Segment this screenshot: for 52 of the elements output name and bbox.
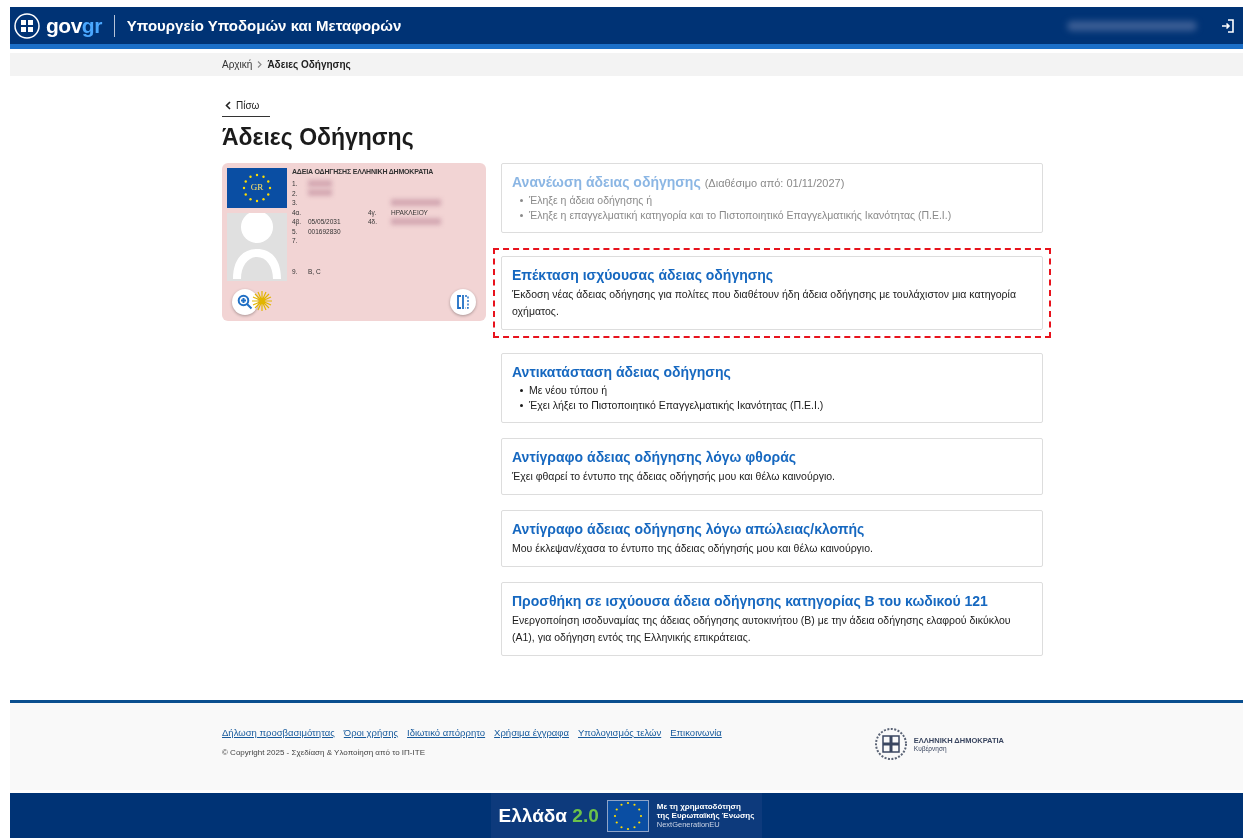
breadcrumb-current: Άδειες Οδήγησης (267, 59, 351, 70)
service-option-card[interactable] (501, 582, 1043, 656)
bullet-icon (520, 389, 523, 392)
chevron-left-icon (224, 101, 232, 110)
footer-link[interactable]: Επικοινωνία (670, 727, 722, 738)
bullet-icon (520, 199, 523, 202)
option-bullet-text: Έληξε η άδεια οδήγησης ή (529, 193, 653, 208)
option-description: Έκδοση νέας άδειας οδήγησης για πολίτες που διαθέτουν ήδη άδεια οδήγησης με τουλάχιστον μια κατηγορία οχήματος. (512, 287, 1017, 319)
ministry-title: Υπουργείο Υποδομών και Μεταφορών (126, 17, 402, 34)
avatar-placeholder (227, 213, 287, 281)
service-option-card[interactable]: Αντικατάσταση άδειας οδήγησης Με νέου τύπου ή Έχει λήξει το Πιστοποιητικό Επαγγελματικής Ικανότητας (Π.Ε.Ι.) (501, 353, 1043, 423)
page-title: Άδειες Οδήγησης (222, 124, 415, 151)
copyright-text: © Copyright 2025 - Σχεδίαση & Υλοποίηση από το ΙΠ-ΙΤΕ (222, 748, 426, 757)
footer-link[interactable]: Υπολογισμός τελών (578, 727, 662, 738)
flip-icon (455, 294, 471, 310)
option-description: Ενεργοποίηση ισοδυναμίας της άδειας οδήγησης αυτοκινήτου (Β) με την άδεια οδήγησης ελαφρού δικύκλου (Α1), για οδήγηση εντός της Ελληνικής επικράτειας. (512, 613, 1012, 645)
option-description: Έχει φθαρεί το έντυπο της άδειας οδήγησής μου και θέλω καινούργιο. (512, 469, 836, 484)
option-title[interactable]: Αντίγραφο άδειας οδήγησης λόγω φθοράς (512, 449, 796, 465)
govgr-logo[interactable]: govgr (46, 13, 102, 38)
availability-note: (Διαθέσιμο από: 01/11/2027) (704, 177, 845, 189)
eu-flag (606, 799, 649, 832)
bullet-icon (520, 214, 523, 217)
chevron-icon (257, 61, 263, 68)
footer-link[interactable]: Όροι χρήσης (343, 727, 399, 738)
option-title[interactable]: Προσθήκη σε ισχύουσα άδεια οδήγησης κατηγορίας Β του κωδικού 121 (512, 593, 988, 609)
eu-flag: GR (227, 168, 287, 208)
emblem-icon (14, 12, 40, 39)
greece-2-0-logo: Ελλάδα 2.0 (498, 804, 599, 827)
zoom-in-button[interactable] (232, 289, 258, 315)
footer-link[interactable]: Ιδιωτικό απόρρητο (407, 727, 486, 738)
service-option-card[interactable]: Αντίγραφο άδειας οδήγησης λόγω απώλειας/κλοπής Μου έκλεψαν/έχασα το έντυπο της άδειας οδήγησής μου και θέλω καινούργιο. (501, 510, 1043, 567)
option-bullet-text: Έχει λήξει το Πιστοποιητικό Επαγγελματικής Ικανότητας (Π.Ε.Ι.) (529, 398, 824, 413)
service-option-card[interactable]: Αντίγραφο άδειας οδήγησης λόγω φθοράς Έχει φθαρεί το έντυπο της άδειας οδήγησής μου και θέλω καινούργιο. (501, 438, 1043, 495)
zoom-in-icon (237, 294, 253, 310)
footer-link[interactable]: Δήλωση προσβασιμότητας (222, 727, 335, 738)
option-title[interactable]: Αντίγραφο άδειας οδήγησης λόγω απώλειας/κλοπής (512, 521, 865, 537)
sun-icon (252, 291, 272, 311)
option-bullet-text: Με νέου τύπου ή (529, 383, 608, 398)
footer-link[interactable]: Χρήσιμα έγγραφα (494, 727, 569, 738)
funding-text: της Ευρωπαϊκής Ένωσης (656, 811, 755, 820)
coat-of-arms-icon (873, 727, 908, 761)
option-title[interactable]: Αντικατάσταση άδειας οδήγησης (512, 364, 731, 380)
back-link[interactable]: Πίσω (222, 98, 270, 117)
option-description: Μου έκλεψαν/έχασα το έντυπο της άδειας οδήγησής μου και θέλω καινούργιο. (512, 541, 874, 556)
option-title[interactable]: Επέκταση ισχύουσας άδειας οδήγησης (512, 267, 774, 283)
funding-text: Με τη χρηματοδότηση (656, 802, 742, 811)
service-option-card[interactable]: Επέκταση ισχύουσας άδειας οδήγησης Έκδοση νέας άδειας οδήγησης για πολίτες που διαθέτουν ήδη άδεια οδήγησης με τουλάχιστον μια κατηγορία οχήματος. (501, 256, 1043, 330)
bullet-icon (520, 404, 523, 407)
breadcrumb-link[interactable]: Αρχική (222, 59, 253, 70)
flip-card-button[interactable] (450, 289, 476, 315)
option-bullet-text: Έληξε η επαγγελματική κατηγορία και το Πιστοποιητικό Επαγγελματικής Ικανότητας (Π.Ε.Ι.) (529, 208, 952, 223)
logout-icon[interactable] (1221, 18, 1235, 33)
